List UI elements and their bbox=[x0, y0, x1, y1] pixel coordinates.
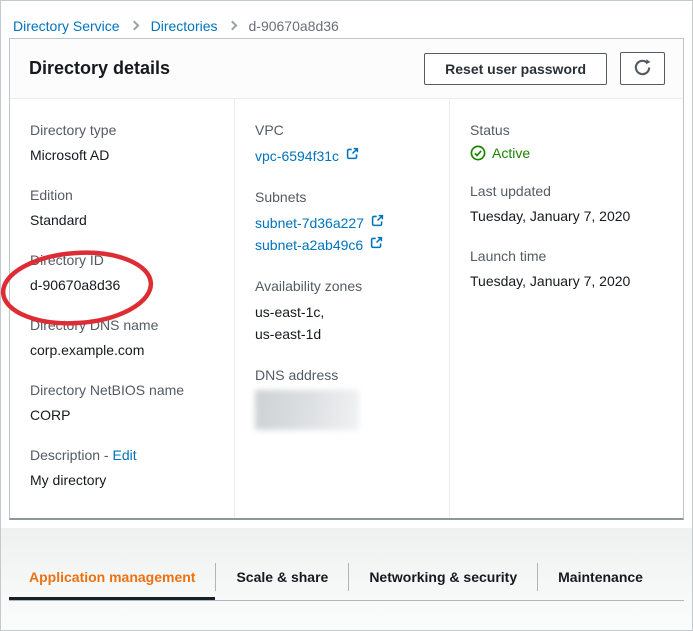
card-body: Directory type Microsoft AD Edition Stan… bbox=[10, 99, 683, 518]
external-link-icon bbox=[370, 234, 383, 256]
tab-scale-and-share[interactable]: Scale & share bbox=[216, 556, 348, 600]
field-directory-netbios-name: Directory NetBIOS name CORP bbox=[30, 380, 216, 425]
page-title: Directory details bbox=[29, 58, 170, 79]
field-value: Microsoft AD bbox=[30, 145, 216, 165]
field-value: us-east-1d bbox=[255, 323, 431, 345]
external-link-icon bbox=[371, 212, 384, 234]
field-directory-dns-name: Directory DNS name corp.example.com bbox=[30, 315, 216, 360]
details-column-3: Status Active Last updated Tuesday, Janu… bbox=[450, 99, 683, 518]
field-label: Directory type bbox=[30, 120, 216, 140]
field-description: Description - Edit My directory bbox=[30, 445, 216, 490]
breadcrumb-directory-service-link[interactable]: Directory Service bbox=[13, 18, 120, 34]
field-label: Directory ID bbox=[30, 250, 216, 270]
field-vpc: VPC vpc-6594f31c bbox=[255, 120, 431, 167]
field-directory-type: Directory type Microsoft AD bbox=[30, 120, 216, 165]
field-value: d-90670a8d36 bbox=[30, 275, 216, 295]
field-value: Standard bbox=[30, 210, 216, 230]
tab-application-management[interactable]: Application management bbox=[9, 556, 215, 600]
field-status: Status Active bbox=[470, 120, 665, 161]
field-value: CORP bbox=[30, 405, 216, 425]
details-column-2: VPC vpc-6594f31c Subnets subnet-7d36a227 bbox=[235, 99, 450, 518]
external-link-icon bbox=[346, 145, 359, 167]
description-separator: - bbox=[104, 447, 109, 463]
tab-bar: Application management Scale & share Net… bbox=[9, 556, 684, 601]
redacted-dns-address-value bbox=[255, 390, 359, 430]
status-badge: Active bbox=[492, 145, 530, 161]
subnet-link[interactable]: subnet-7d36a227 bbox=[255, 212, 364, 234]
field-label: Directory NetBIOS name bbox=[30, 380, 216, 400]
details-column-1: Directory type Microsoft AD Edition Stan… bbox=[10, 99, 235, 518]
field-label: VPC bbox=[255, 120, 431, 140]
status-active-check-icon bbox=[470, 145, 486, 161]
field-label: Launch time bbox=[470, 246, 665, 266]
tab-maintenance[interactable]: Maintenance bbox=[538, 556, 663, 600]
edit-description-link[interactable]: Edit bbox=[112, 447, 136, 463]
field-last-updated: Last updated Tuesday, January 7, 2020 bbox=[470, 181, 665, 226]
field-directory-id: Directory ID d-90670a8d36 bbox=[30, 250, 216, 295]
field-value: Tuesday, January 7, 2020 bbox=[470, 271, 665, 291]
tab-networking-and-security[interactable]: Networking & security bbox=[349, 556, 537, 600]
breadcrumb: Directory Service Directories d-90670a8d… bbox=[1, 1, 692, 38]
bottom-section: Application management Scale & share Net… bbox=[1, 528, 692, 630]
subnet-link[interactable]: subnet-a2ab49c6 bbox=[255, 234, 363, 256]
header-actions: Reset user password bbox=[424, 52, 665, 85]
breadcrumb-directories-link[interactable]: Directories bbox=[151, 18, 218, 34]
field-label: Status bbox=[470, 120, 665, 140]
field-label: Directory DNS name bbox=[30, 315, 216, 335]
field-launch-time: Launch time Tuesday, January 7, 2020 bbox=[470, 246, 665, 291]
refresh-icon bbox=[633, 58, 652, 80]
field-dns-address: DNS address bbox=[255, 365, 431, 430]
field-label: Subnets bbox=[255, 187, 431, 207]
card-header: Directory details Reset user password bbox=[10, 39, 683, 99]
breadcrumb-current-directory-id: d-90670a8d36 bbox=[249, 18, 339, 34]
field-label: Edition bbox=[30, 185, 216, 205]
field-edition: Edition Standard bbox=[30, 185, 216, 230]
chevron-right-icon bbox=[227, 21, 237, 31]
directory-details-card: Directory details Reset user password Di… bbox=[9, 38, 684, 520]
reset-user-password-button[interactable]: Reset user password bbox=[424, 53, 607, 85]
field-label: DNS address bbox=[255, 365, 431, 385]
field-value: My directory bbox=[30, 470, 216, 490]
field-label: Last updated bbox=[470, 181, 665, 201]
field-availability-zones: Availability zones us-east-1c, us-east-1… bbox=[255, 276, 431, 345]
field-value: corp.example.com bbox=[30, 340, 216, 360]
field-value: us-east-1c, bbox=[255, 301, 431, 323]
field-subnets: Subnets subnet-7d36a227 subnet-a2ab49c6 bbox=[255, 187, 431, 256]
chevron-right-icon bbox=[129, 21, 139, 31]
field-label: Availability zones bbox=[255, 276, 431, 296]
refresh-button[interactable] bbox=[620, 52, 665, 85]
description-label: Description bbox=[30, 447, 100, 463]
field-label: Description - Edit bbox=[30, 445, 216, 465]
vpc-link[interactable]: vpc-6594f31c bbox=[255, 145, 339, 167]
field-value: Tuesday, January 7, 2020 bbox=[470, 206, 665, 226]
